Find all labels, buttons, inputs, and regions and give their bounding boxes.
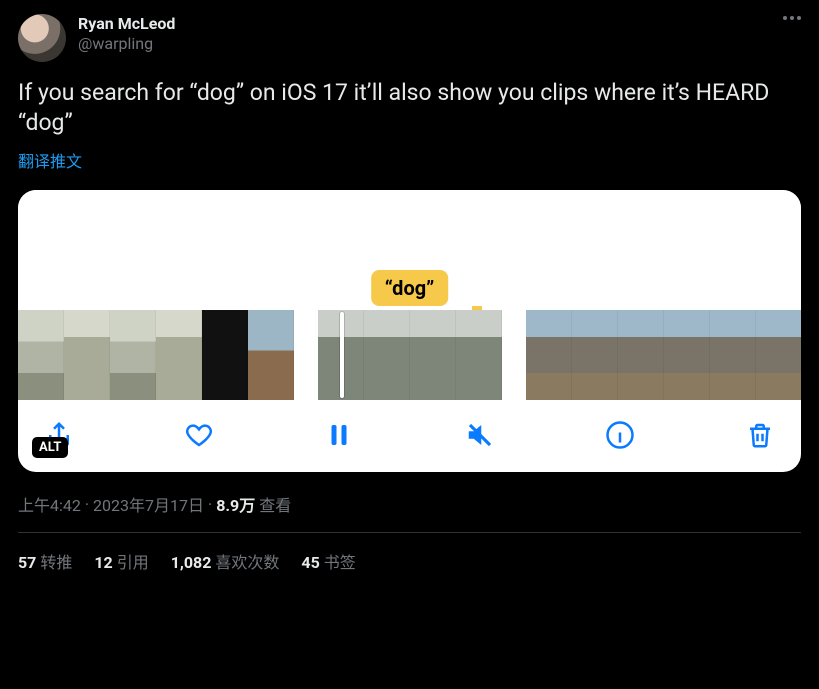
views-count: 8.9万 bbox=[216, 492, 255, 516]
dot-separator: · bbox=[85, 495, 89, 514]
search-term-bubble: “dog” bbox=[371, 270, 449, 306]
divider bbox=[18, 532, 801, 533]
retweets-count: 57 bbox=[18, 553, 36, 572]
quotes-label: 引用 bbox=[117, 553, 149, 572]
meta-line: 上午4:42 · 2023年7月17日 · 8.9万 查看 bbox=[18, 492, 801, 516]
likes-label: 喜欢次数 bbox=[215, 553, 279, 572]
clip-strip-2[interactable] bbox=[318, 310, 502, 400]
clip-frame bbox=[618, 310, 664, 400]
bookmarks-label: 书签 bbox=[324, 553, 356, 572]
more-icon[interactable] bbox=[783, 16, 801, 20]
clip-frame bbox=[456, 310, 502, 400]
likes-count: 1,082 bbox=[171, 553, 212, 572]
user-handle: @warpling bbox=[78, 34, 175, 53]
alt-badge[interactable]: ALT bbox=[32, 437, 68, 458]
mute-icon[interactable] bbox=[465, 420, 495, 450]
info-icon[interactable] bbox=[605, 420, 635, 450]
quotes-stat[interactable]: 12 引用 bbox=[94, 549, 148, 573]
trash-icon[interactable] bbox=[745, 420, 775, 450]
clip-frame bbox=[110, 310, 156, 400]
dot-separator: · bbox=[208, 495, 212, 514]
translate-link[interactable]: 翻译推文 bbox=[18, 148, 82, 172]
clip-strip-3[interactable] bbox=[526, 310, 801, 400]
bookmarks-stat[interactable]: 45 书签 bbox=[301, 549, 355, 573]
clip-frame bbox=[710, 310, 756, 400]
bookmarks-count: 45 bbox=[301, 553, 319, 572]
media-toolbar bbox=[18, 400, 801, 472]
clip-frame bbox=[202, 310, 248, 400]
playhead[interactable] bbox=[340, 312, 344, 398]
clip-strip-1[interactable] bbox=[18, 310, 294, 400]
user-block[interactable]: Ryan McLeod @warpling bbox=[78, 14, 175, 53]
heart-icon[interactable] bbox=[184, 420, 214, 450]
views-label: 查看 bbox=[259, 492, 291, 516]
post-date[interactable]: 2023年7月17日 bbox=[93, 492, 204, 516]
post-time[interactable]: 上午4:42 bbox=[18, 492, 81, 516]
clip-frame bbox=[156, 310, 202, 400]
tweet-text: If you search for “dog” on iOS 17 it’ll … bbox=[18, 78, 801, 138]
retweets-label: 转推 bbox=[40, 553, 72, 572]
clip-frame bbox=[248, 310, 294, 400]
video-timeline[interactable] bbox=[18, 310, 801, 400]
stats-row: 57转推 12 引用 1,082喜欢次数 45 书签 bbox=[18, 549, 801, 573]
quotes-count: 12 bbox=[94, 553, 112, 572]
clip-frame bbox=[756, 310, 801, 400]
clip-frame bbox=[18, 310, 64, 400]
retweets-stat[interactable]: 57转推 bbox=[18, 549, 72, 573]
media-card[interactable]: “dog” bbox=[18, 190, 801, 472]
pause-icon[interactable] bbox=[324, 420, 354, 450]
likes-stat[interactable]: 1,082喜欢次数 bbox=[171, 549, 280, 573]
clip-frame bbox=[364, 310, 410, 400]
avatar[interactable] bbox=[18, 14, 66, 62]
clip-frame bbox=[410, 310, 456, 400]
clip-frame bbox=[664, 310, 710, 400]
clip-frame bbox=[64, 310, 110, 400]
clip-frame bbox=[572, 310, 618, 400]
tweet-header: Ryan McLeod @warpling bbox=[18, 14, 801, 62]
display-name: Ryan McLeod bbox=[78, 14, 175, 33]
clip-frame bbox=[526, 310, 572, 400]
